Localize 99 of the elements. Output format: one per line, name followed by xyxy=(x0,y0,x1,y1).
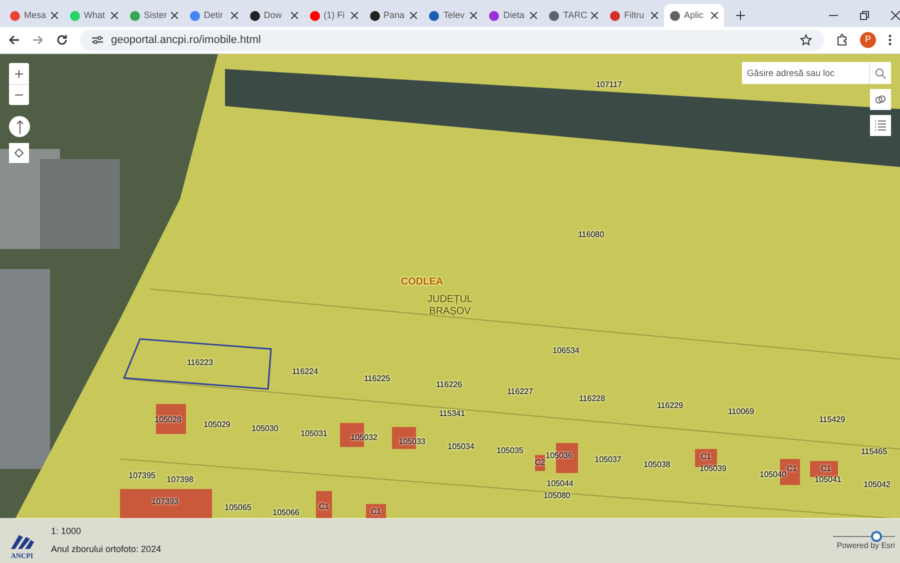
browser-tab[interactable]: Detir xyxy=(184,4,244,27)
search-field[interactable]: Găsire adresă sau loc xyxy=(742,62,869,84)
building-label: C2 xyxy=(534,457,546,469)
parcel-number: 115465 xyxy=(860,446,888,458)
forward-icon[interactable] xyxy=(32,34,44,46)
favicon-icon xyxy=(70,10,80,20)
browser-tab[interactable]: (1) Fi xyxy=(304,4,364,27)
parcel-number: 116225 xyxy=(364,373,390,385)
parcel-number: 105038 xyxy=(644,459,670,471)
parcel-number: 105042 xyxy=(864,479,890,491)
parcel-number: 105080 xyxy=(544,490,570,502)
close-tab-icon[interactable] xyxy=(230,12,238,19)
orthophoto-year-text: Anul zborului ortofoto: 2024 xyxy=(51,542,162,556)
favicon-icon xyxy=(250,10,260,20)
building-label: C1 xyxy=(318,501,330,513)
site-settings-icon[interactable] xyxy=(92,35,103,45)
place-label: CODLEA xyxy=(400,276,444,290)
favicon-icon xyxy=(670,10,680,20)
parcel-number: 110069 xyxy=(728,406,754,418)
parcel-number: 105065 xyxy=(224,502,252,514)
favicon-icon xyxy=(190,10,200,20)
building-label: C1 xyxy=(370,506,382,518)
bookmark-star-icon[interactable] xyxy=(800,34,812,46)
parcel-number: 105031 xyxy=(300,428,328,440)
building-label: C1 xyxy=(786,463,798,475)
scale-text: 1: 1000 xyxy=(51,525,82,538)
close-tab-icon[interactable] xyxy=(350,12,358,19)
parcel-number: 105030 xyxy=(252,423,278,435)
parcel-number: 105044 xyxy=(546,478,574,490)
parcel-number: 107393 xyxy=(152,496,178,508)
extensions-icon[interactable] xyxy=(836,34,848,46)
parcel-number: 105029 xyxy=(204,419,230,431)
parcel-number: 115341 xyxy=(438,408,466,420)
browser-tab[interactable]: Dieta xyxy=(483,4,544,27)
favicon-icon xyxy=(549,10,560,20)
close-tab-icon[interactable] xyxy=(410,12,418,19)
more-menu-icon[interactable] xyxy=(888,34,892,46)
browser-tab[interactable]: What xyxy=(64,4,124,27)
parcel-number: 115429 xyxy=(818,414,846,426)
browser-tab[interactable]: Dow xyxy=(244,4,304,27)
credit-text: Powered by Esri xyxy=(836,540,895,552)
close-tab-icon[interactable] xyxy=(290,12,298,19)
favicon-icon xyxy=(370,10,380,20)
close-tab-icon[interactable] xyxy=(591,12,598,19)
basemap-icon[interactable] xyxy=(870,89,891,110)
close-tab-icon[interactable] xyxy=(50,12,58,19)
parcel-number: 116227 xyxy=(506,386,534,398)
parcel-number: 105032 xyxy=(350,432,378,444)
restore-icon[interactable] xyxy=(860,11,869,20)
parcel-number: 105034 xyxy=(448,441,474,453)
close-tab-icon[interactable] xyxy=(710,12,718,19)
building-label: C1 xyxy=(820,463,832,475)
parcel-number: 116080 xyxy=(578,229,604,241)
close-tab-icon[interactable] xyxy=(170,12,178,19)
parcel-number: 105037 xyxy=(594,454,622,466)
favicon-icon xyxy=(489,10,500,20)
close-tab-icon[interactable] xyxy=(651,12,658,19)
browser-tab[interactable]: Telev xyxy=(423,4,484,27)
new-tab-icon[interactable] xyxy=(736,11,745,20)
parcel-number: 107395 xyxy=(128,470,156,482)
parcel-number: 116226 xyxy=(436,379,462,391)
favicon-icon xyxy=(429,10,440,20)
parcel-number: 116228 xyxy=(578,393,606,405)
close-tab-icon[interactable] xyxy=(110,12,118,19)
parcel-number: 105066 xyxy=(272,507,300,519)
favicon-icon xyxy=(10,10,20,20)
favicon-icon xyxy=(310,10,320,20)
building-label: C1 xyxy=(700,451,712,463)
locate-icon[interactable] xyxy=(9,143,29,163)
close-tab-icon[interactable] xyxy=(530,12,538,19)
close-window-icon[interactable] xyxy=(890,11,900,20)
place-label: JUDEȚUL BRAȘOV xyxy=(426,294,474,318)
url-text: geoportal.ancpi.ro/imobile.html xyxy=(111,32,261,48)
parcel-number: 107117 xyxy=(596,79,622,91)
favicon-icon xyxy=(610,10,620,20)
parcel-number: 106534 xyxy=(552,345,580,357)
parcel-number: 107398 xyxy=(166,474,194,486)
parcel-number: 116223 xyxy=(186,357,214,369)
parcel-number: 116224 xyxy=(292,366,318,378)
profile-avatar[interactable]: P xyxy=(860,32,876,48)
browser-tab[interactable]: Sister xyxy=(124,4,184,27)
parcel-number: 105035 xyxy=(496,445,524,457)
legend-list-icon[interactable] xyxy=(870,115,891,136)
browser-tab[interactable]: Mesa xyxy=(4,4,64,27)
browser-tab[interactable]: Aplic xyxy=(664,4,724,27)
browser-tab[interactable]: TARC xyxy=(543,4,604,27)
parcel-number: 105041 xyxy=(814,474,842,486)
back-icon[interactable] xyxy=(8,34,20,46)
search-icon[interactable] xyxy=(875,68,886,78)
slider-thumb[interactable] xyxy=(870,530,882,542)
favicon-icon xyxy=(130,10,140,20)
parcel-number: 116229 xyxy=(656,400,684,412)
minimize-icon[interactable] xyxy=(828,15,838,16)
browser-tab[interactable]: Filtru xyxy=(604,4,664,27)
close-tab-icon[interactable] xyxy=(470,12,478,19)
reload-icon[interactable] xyxy=(56,34,68,46)
browser-tab[interactable]: Pana xyxy=(364,4,424,27)
search-button[interactable] xyxy=(869,62,891,84)
address-bar[interactable]: geoportal.ancpi.ro/imobile.html xyxy=(80,30,824,50)
